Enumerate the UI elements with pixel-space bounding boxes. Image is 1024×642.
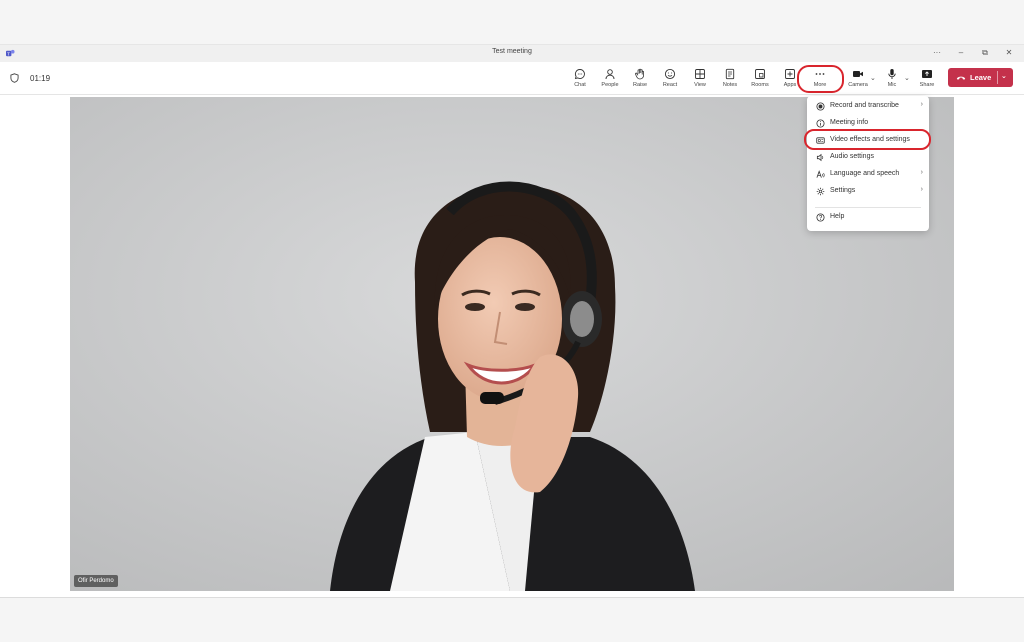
share-icon: [922, 70, 932, 78]
menu-item-label: Meeting info: [830, 119, 869, 126]
chat-label: Chat: [574, 82, 586, 88]
mic-button[interactable]: Mic: [878, 67, 906, 93]
leave-options-chevron-icon[interactable]: ⌄: [1001, 72, 1007, 80]
leave-divider: [997, 71, 998, 84]
menu-item-label: Help: [830, 213, 845, 220]
meeting-toolbar: 01:19 Chat People Raise React View Notes…: [0, 62, 1024, 95]
close-icon[interactable]: ✕: [1004, 47, 1014, 59]
menu-item-label: Record and transcribe: [830, 102, 899, 109]
rooms-button[interactable]: Rooms: [746, 67, 774, 93]
leave-button[interactable]: Leave ⌄: [948, 68, 1013, 87]
meeting-timer: 01:19: [30, 74, 51, 83]
mic-options-chevron-icon[interactable]: ⌄: [904, 74, 910, 82]
menu-item-label: Audio settings: [830, 153, 874, 160]
outer-margin-top: [0, 0, 1024, 44]
video-effects-highlight: [804, 129, 931, 150]
menu-item-help[interactable]: Help: [807, 209, 929, 226]
menu-divider: [815, 207, 921, 208]
rooms-icon: [755, 69, 765, 79]
participant-name-tag: Ofir Perdomo: [74, 575, 118, 587]
window-controls: ··· – ⧉ ✕: [932, 47, 1014, 59]
window-title: Test meeting: [492, 48, 532, 55]
record-icon: [816, 102, 825, 111]
more-options-menu: Record and transcribe › Meeting info Vid…: [807, 96, 929, 231]
menu-item-audio-settings[interactable]: Audio settings: [807, 149, 929, 166]
notes-button[interactable]: Notes: [716, 67, 744, 93]
audio-icon: [816, 153, 824, 162]
phone-hangup-icon: [956, 76, 966, 80]
more-button-highlight: [797, 65, 844, 93]
camera-label: Camera: [848, 82, 868, 88]
camera-options-chevron-icon[interactable]: ⌄: [870, 74, 876, 82]
chat-icon: [574, 69, 585, 80]
chat-button[interactable]: Chat: [566, 67, 594, 93]
react-button[interactable]: React: [656, 67, 684, 93]
smiley-icon: [664, 68, 676, 80]
chevron-right-icon: ›: [920, 101, 923, 108]
menu-item-language-and-speech[interactable]: Language and speech ›: [807, 166, 929, 183]
notes-icon: [725, 68, 735, 80]
share-label: Share: [919, 82, 935, 88]
react-label: React: [662, 82, 678, 88]
chevron-right-icon: ›: [920, 169, 923, 176]
restore-icon[interactable]: ⧉: [980, 47, 990, 59]
camera-button[interactable]: Camera: [844, 67, 872, 93]
notes-label: Notes: [722, 82, 738, 88]
leave-label: Leave: [970, 73, 992, 82]
raise-hand-button[interactable]: Raise: [626, 67, 654, 93]
menu-item-label: Language and speech: [830, 170, 900, 177]
gear-icon: [816, 187, 825, 196]
menu-item-label: Settings: [830, 187, 856, 194]
window-options-icon[interactable]: ···: [932, 47, 942, 59]
view-button[interactable]: View: [686, 67, 714, 93]
view-label: View: [694, 82, 706, 88]
outer-margin-bottom: [0, 597, 1024, 642]
mic-label: Mic: [887, 82, 897, 88]
title-bar: T Test meeting ··· – ⧉ ✕: [0, 45, 1024, 62]
plus-icon: [785, 69, 795, 79]
raise-label: Raise: [632, 82, 648, 88]
menu-item-settings[interactable]: Settings ›: [807, 183, 929, 200]
menu-item-record-and-transcribe[interactable]: Record and transcribe ›: [807, 98, 929, 115]
language-icon: [816, 170, 825, 178]
people-label: People: [601, 82, 619, 88]
people-icon: [605, 69, 615, 80]
help-icon: [816, 213, 825, 222]
info-icon: [816, 119, 825, 128]
grid-icon: [695, 69, 705, 79]
rooms-label: Rooms: [751, 82, 769, 88]
minimize-icon[interactable]: –: [956, 47, 966, 59]
hand-icon: [635, 68, 644, 80]
people-button[interactable]: People: [596, 67, 624, 93]
chevron-right-icon: ›: [920, 186, 923, 193]
shield-icon[interactable]: [10, 73, 19, 83]
camera-icon: [853, 71, 863, 77]
mic-icon: [888, 69, 896, 79]
share-button[interactable]: Share: [913, 67, 941, 93]
